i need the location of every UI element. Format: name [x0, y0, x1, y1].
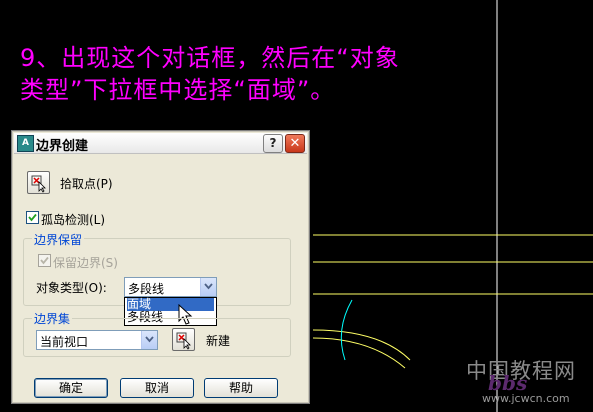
- instruction-line-2: 类型”下拉框中选择“面域”。: [20, 76, 336, 104]
- chevron-down-icon: [204, 283, 213, 290]
- watermark: 中国教程网 bbs www.jcwcn.com: [466, 355, 588, 409]
- boundary-set-dropdown-button[interactable]: [141, 331, 157, 349]
- retain-boundaries-checkbox[interactable]: [38, 254, 51, 267]
- select-objects-icon: [176, 332, 191, 350]
- cad-arc: [340, 299, 353, 361]
- chevron-down-icon: [145, 336, 154, 343]
- object-type-value: 多段线: [128, 282, 165, 296]
- boundary-retention-title: 边界保留: [32, 231, 85, 248]
- retain-boundaries-label: 保留边界(S): [53, 256, 118, 270]
- boundary-set-value: 当前视口: [40, 335, 89, 349]
- pick-points-button[interactable]: [27, 171, 50, 194]
- cad-curve-2: [312, 337, 406, 369]
- object-type-dropdown-button[interactable]: [200, 278, 216, 296]
- object-type-label: 对象类型(O):: [36, 281, 107, 295]
- dialog-titlebar[interactable]: A 边界创建 ? ✕: [14, 133, 307, 154]
- instruction-text: 9、出现这个对话框，然后在“对象 类型”下拉框中选择“面域”。: [20, 42, 490, 106]
- island-detection-label: 孤岛检测(L): [41, 213, 106, 227]
- object-type-select[interactable]: 多段线: [124, 277, 217, 297]
- autocad-app-icon: A: [17, 135, 34, 152]
- new-boundary-set-button[interactable]: [172, 328, 195, 351]
- pick-points-icon: [31, 175, 46, 193]
- close-button[interactable]: ✕: [285, 134, 305, 153]
- dialog-title: 边界创建: [36, 139, 89, 154]
- checkmark-icon: [40, 256, 49, 265]
- titlebar-help-button[interactable]: ?: [263, 134, 283, 153]
- boundary-creation-dialog: A 边界创建 ? ✕ 拾取点(P) 孤岛检测(L) 边界保留 保留边界(S) 对…: [11, 130, 310, 404]
- help-button[interactable]: 帮助: [204, 378, 278, 398]
- island-detection-checkbox[interactable]: [26, 211, 39, 224]
- watermark-url: www.jcwcn.com: [482, 392, 570, 405]
- pick-points-label: 拾取点(P): [60, 177, 113, 191]
- checkmark-icon: [28, 213, 37, 222]
- cancel-button[interactable]: 取消: [120, 378, 194, 398]
- boundary-set-select[interactable]: 当前视口: [36, 330, 158, 350]
- boundary-set-title: 边界集: [32, 310, 73, 327]
- instruction-line-1: 9、出现这个对话框，然后在“对象: [20, 44, 400, 72]
- new-boundary-set-label: 新建: [206, 334, 231, 348]
- ok-button[interactable]: 确定: [34, 378, 108, 398]
